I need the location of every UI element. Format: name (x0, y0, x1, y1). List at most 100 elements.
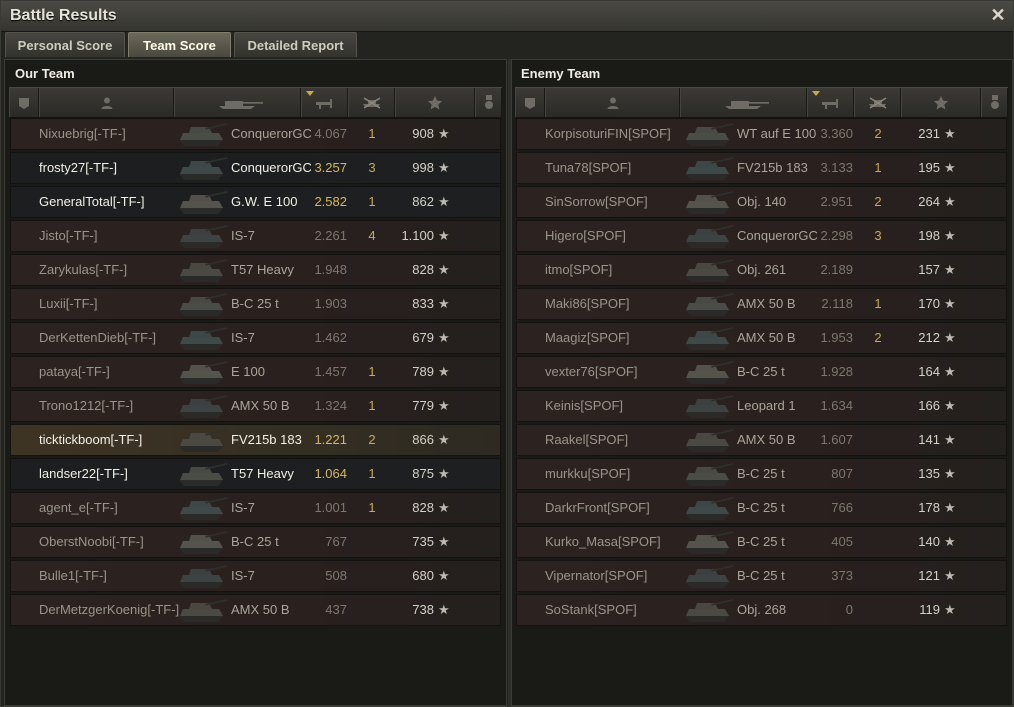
kills-icon[interactable] (348, 88, 395, 117)
player-name: Maagiz[SPOF] (545, 330, 630, 345)
kills-value (361, 595, 383, 625)
damage-value: 2.298 (820, 228, 853, 243)
damage-icon[interactable] (807, 88, 854, 117)
damage-value: 1.462 (314, 330, 347, 345)
medal-icon[interactable] (981, 88, 1008, 117)
damage-value: 2.261 (314, 228, 347, 243)
player-name: pataya[-TF-] (39, 364, 110, 379)
xp-value: 195 (918, 160, 940, 175)
xp-star-icon[interactable] (901, 88, 981, 117)
table-row[interactable]: Higero[SPOF] ConquerorGC 2.298 3 198 ★ (516, 220, 1007, 252)
table-row[interactable]: SinSorrow[SPOF] Obj. 140 2.951 2 264 ★ (516, 186, 1007, 218)
damage-value: 766 (831, 500, 853, 515)
xp-value: 735 (412, 534, 434, 549)
table-row[interactable]: Raakel[SPOF] AMX 50 B 1.607 141 ★ (516, 424, 1007, 456)
platoon-icon[interactable] (9, 88, 39, 117)
damage-value: 4.067 (314, 126, 347, 141)
xp-value: 866 (412, 432, 434, 447)
xp-value: 140 (918, 534, 940, 549)
damage-icon[interactable] (301, 88, 348, 117)
kills-value (867, 255, 889, 285)
table-row[interactable]: GeneralTotal[-TF-] G.W. E 100 2.582 1 862 ★ (10, 186, 501, 218)
table-row[interactable]: Maki86[SPOF] AMX 50 B 2.118 1 170 ★ (516, 288, 1007, 320)
table-row[interactable]: murkku[SPOF] B-C 25 t 807 135 ★ (516, 458, 1007, 490)
star-icon: ★ (944, 126, 956, 141)
kills-value (361, 561, 383, 591)
xp-star-icon[interactable] (395, 88, 475, 117)
xp-value: 119 (919, 602, 940, 617)
kills-value: 1 (368, 126, 376, 141)
table-row[interactable]: vexter76[SPOF] B-C 25 t 1.928 164 ★ (516, 356, 1007, 388)
xp-value: 862 (412, 194, 434, 209)
table-row[interactable]: Bulle1[-TF-] IS-7 508 680 ★ (10, 560, 501, 592)
table-row[interactable]: DerMetzgerKoenig[-TF-] AMX 50 B 437 738 ★ (10, 594, 501, 626)
table-row[interactable]: DerKettenDieb[-TF-] IS-7 1.462 679 ★ (10, 322, 501, 354)
table-row[interactable]: SoStank[SPOF] Obj. 268 0 119 ★ (516, 594, 1007, 626)
player-name: DarkrFront[SPOF] (545, 500, 650, 515)
star-icon: ★ (438, 126, 450, 141)
table-row[interactable]: agent_e[-TF-] IS-7 1.001 1 828 ★ (10, 492, 501, 524)
kills-value (361, 289, 383, 319)
table-row[interactable]: Tuna78[SPOF] FV215b 183 3.133 1 195 ★ (516, 152, 1007, 184)
kills-icon[interactable] (854, 88, 901, 117)
damage-value: 3.257 (314, 160, 347, 175)
star-icon: ★ (438, 228, 450, 243)
damage-value: 2.189 (820, 262, 853, 277)
table-row[interactable]: ticktickboom[-TF-] FV215b 183 1.221 2 866 ★ (10, 424, 501, 456)
damage-value: 1.607 (820, 432, 853, 447)
close-icon[interactable]: ✕ (989, 6, 1007, 24)
kills-value (867, 459, 889, 489)
damage-value: 767 (325, 534, 347, 549)
platoon-icon[interactable] (515, 88, 545, 117)
damage-value: 1.221 (314, 432, 347, 447)
star-icon: ★ (944, 262, 956, 277)
tank-icon[interactable] (174, 88, 301, 117)
kills-value: 3 (874, 228, 882, 243)
table-row[interactable]: frosty27[-TF-] ConquerorGC 3.257 3 998 ★ (10, 152, 501, 184)
star-icon: ★ (438, 568, 450, 583)
xp-value: 875 (412, 466, 434, 481)
table-row[interactable]: itmo[SPOF] Obj. 261 2.189 157 ★ (516, 254, 1007, 286)
star-icon: ★ (944, 160, 956, 175)
star-icon: ★ (438, 364, 450, 379)
enemy-team-panel: Enemy Team KorpisoturiFIN[SPOF] WT auf E … (511, 59, 1013, 706)
tab-team-score[interactable]: Team Score (128, 32, 231, 57)
xp-value: 1.100 (401, 228, 434, 243)
xp-value: 141 (918, 432, 940, 447)
player-name: Raakel[SPOF] (545, 432, 629, 447)
player-icon[interactable] (39, 88, 174, 117)
table-row[interactable]: OberstNoobi[-TF-] B-C 25 t 767 735 ★ (10, 526, 501, 558)
player-name: OberstNoobi[-TF-] (39, 534, 144, 549)
table-row[interactable]: pataya[-TF-] E 100 1.457 1 789 ★ (10, 356, 501, 388)
damage-value: 405 (831, 534, 853, 549)
tab-personal-score[interactable]: Personal Score (5, 32, 125, 57)
star-icon: ★ (944, 398, 956, 413)
medal-icon[interactable] (475, 88, 502, 117)
player-name: Zarykulas[-TF-] (39, 262, 128, 277)
table-row[interactable]: Nixuebrig[-TF-] ConquerorGC 4.067 1 908 ★ (10, 118, 501, 150)
player-name: agent_e[-TF-] (39, 500, 118, 515)
tank-icon[interactable] (680, 88, 807, 117)
player-name: landser22[-TF-] (39, 466, 128, 481)
table-row[interactable]: DarkrFront[SPOF] B-C 25 t 766 178 ★ (516, 492, 1007, 524)
kills-value: 1 (368, 466, 376, 481)
xp-value: 135 (918, 466, 940, 481)
star-icon: ★ (944, 500, 956, 515)
table-row[interactable]: Vipernator[SPOF] B-C 25 t 373 121 ★ (516, 560, 1007, 592)
tab-detailed-report[interactable]: Detailed Report (234, 32, 357, 57)
table-row[interactable]: Luxii[-TF-] B-C 25 t 1.903 833 ★ (10, 288, 501, 320)
table-row[interactable]: KorpisoturiFIN[SPOF] WT auf E 100 3.360 2 23… (516, 118, 1007, 150)
player-name: vexter76[SPOF] (545, 364, 638, 379)
kills-value: 3 (368, 160, 376, 175)
table-row[interactable]: Maagiz[SPOF] AMX 50 B 1.953 2 212 ★ (516, 322, 1007, 354)
player-name: frosty27[-TF-] (39, 160, 118, 175)
table-row[interactable]: Kurko_Masa[SPOF] B-C 25 t 405 140 ★ (516, 526, 1007, 558)
player-icon[interactable] (545, 88, 680, 117)
table-row[interactable]: Keinis[SPOF] Leopard 1 1.634 166 ★ (516, 390, 1007, 422)
kills-value (361, 323, 383, 353)
table-row[interactable]: Zarykulas[-TF-] T57 Heavy 1.948 828 ★ (10, 254, 501, 286)
table-row[interactable]: Jisto[-TF-] IS-7 2.261 4 1.100 ★ (10, 220, 501, 252)
table-row[interactable]: Trono1212[-TF-] AMX 50 B 1.324 1 779 ★ (10, 390, 501, 422)
xp-value: 166 (918, 398, 940, 413)
table-row[interactable]: landser22[-TF-] T57 Heavy 1.064 1 875 ★ (10, 458, 501, 490)
